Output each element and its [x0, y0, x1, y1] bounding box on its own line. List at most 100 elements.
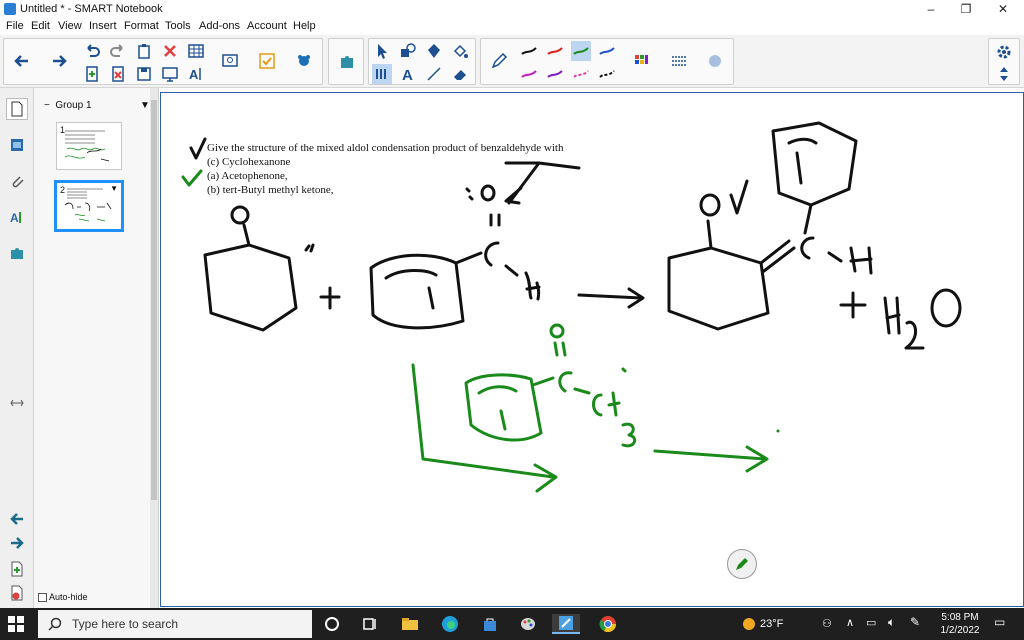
menu-help[interactable]: Help: [293, 20, 316, 32]
add-page-icon[interactable]: [82, 64, 102, 84]
autohide-checkbox[interactable]: [38, 592, 47, 602]
menu-tools[interactable]: Tools: [165, 20, 191, 32]
pen-green-icon[interactable]: [571, 41, 591, 61]
person-icon[interactable]: ⚇: [822, 617, 832, 630]
handwritten-ink-layer[interactable]: [161, 93, 1024, 608]
previous-page-icon[interactable]: [6, 508, 28, 530]
search-placeholder: Type here to search: [72, 617, 179, 631]
line-style-icon[interactable]: [669, 51, 689, 71]
delete-page-icon[interactable]: [108, 64, 128, 84]
forward-arrow-icon[interactable]: [49, 51, 69, 71]
color-palette-icon[interactable]: [631, 51, 651, 71]
tray-overflow-icon[interactable]: ∧: [846, 616, 854, 629]
window-title: Untitled * - SMART Notebook: [20, 3, 163, 15]
toolbar-position-icon[interactable]: [994, 64, 1014, 84]
pen-blue-icon[interactable]: [597, 41, 617, 61]
menu-file[interactable]: File: [6, 20, 24, 32]
pen-pink-dashed-icon[interactable]: [571, 64, 591, 84]
select-pointer-icon[interactable]: [372, 41, 392, 61]
magic-pen-icon[interactable]: [424, 41, 444, 61]
gallery-tab-icon[interactable]: [6, 134, 28, 156]
edge-browser-icon[interactable]: [440, 614, 460, 634]
cortana-icon[interactable]: [322, 614, 342, 634]
pen-magenta-icon[interactable]: [519, 64, 539, 84]
pen-black-dashed-icon[interactable]: [597, 64, 617, 84]
store-icon[interactable]: [480, 614, 500, 634]
plus-sign-1: [319, 286, 341, 310]
pen-tool-button[interactable]: [727, 549, 757, 579]
delete-icon[interactable]: [160, 41, 180, 61]
chevron-down-icon[interactable]: ▼: [140, 100, 150, 111]
menu-view[interactable]: View: [58, 20, 82, 32]
resize-handle-icon[interactable]: [6, 392, 28, 414]
menu-format[interactable]: Format: [124, 20, 159, 32]
pen-icon: [736, 558, 748, 570]
temperature-value: 23°F: [760, 618, 784, 630]
page-thumbnail-2[interactable]: 2 ▼: [54, 180, 124, 232]
text-icon[interactable]: A: [398, 64, 418, 84]
pen-red-icon[interactable]: [545, 41, 565, 61]
notebook-page-canvas[interactable]: Give the structure of the mixed aldol co…: [160, 92, 1024, 607]
back-arrow-icon[interactable]: [12, 51, 32, 71]
screen-shade-icon[interactable]: [160, 64, 180, 84]
addons-tab-icon[interactable]: [6, 242, 28, 264]
sorter-scrollbar[interactable]: [150, 88, 158, 608]
file-explorer-icon[interactable]: [400, 614, 420, 634]
properties-tab-icon[interactable]: A: [6, 206, 28, 228]
task-view-icon[interactable]: [360, 614, 380, 634]
windows-start-icon[interactable]: [8, 616, 24, 632]
pens-icon[interactable]: [372, 64, 392, 84]
paint-icon[interactable]: [518, 614, 538, 634]
autohide-control[interactable]: Auto-hide: [38, 592, 88, 602]
add-page-side-icon[interactable]: [6, 558, 28, 580]
activity-builder-icon[interactable]: [257, 51, 277, 71]
taskbar-search-box[interactable]: Type here to search: [38, 610, 312, 638]
black-check-mark: [189, 137, 207, 160]
line-icon[interactable]: [424, 64, 444, 84]
collapse-icon[interactable]: −: [44, 100, 50, 111]
chrome-icon[interactable]: [598, 614, 618, 634]
menu-account[interactable]: Account: [247, 20, 287, 32]
shapes-icon[interactable]: [398, 41, 418, 61]
acetophenone-structure-green: [464, 323, 637, 448]
page-sorter-tab-icon[interactable]: [6, 98, 28, 120]
eraser-icon[interactable]: [450, 64, 470, 84]
smart-notebook-taskbar-icon[interactable]: [552, 614, 580, 634]
menu-insert[interactable]: Insert: [89, 20, 117, 32]
redo-icon[interactable]: [108, 41, 128, 61]
next-page-icon[interactable]: [6, 532, 28, 554]
minimize-button[interactable]: –: [920, 1, 942, 17]
menu-add-ons[interactable]: Add-ons: [199, 20, 240, 32]
paste-icon[interactable]: [134, 41, 154, 61]
page-group-header[interactable]: − Group 1 ▼: [44, 100, 150, 111]
close-button[interactable]: ✕: [992, 1, 1014, 17]
group-label: Group 1: [55, 100, 92, 111]
sorter-scroll-thumb[interactable]: [151, 100, 157, 500]
pen-type-icon[interactable]: [489, 51, 509, 71]
restore-button[interactable]: ❐: [955, 1, 977, 17]
addons-icon[interactable]: [294, 51, 314, 71]
notifications-icon[interactable]: ▭: [994, 615, 1005, 629]
page-thumbnail-1[interactable]: 1: [56, 122, 122, 170]
speaker-icon[interactable]: 🔈︎: [888, 615, 895, 630]
windows-taskbar: Type here to search 23°F ⚇ ∧ ▭ 🔈︎ ✎ 5:08…: [0, 608, 1024, 640]
table-icon[interactable]: [186, 41, 206, 61]
save-icon[interactable]: [134, 64, 154, 84]
weather-widget[interactable]: 23°F: [742, 617, 783, 631]
fill-icon[interactable]: [450, 41, 470, 61]
delete-page-side-icon[interactable]: [6, 582, 28, 604]
undo-icon[interactable]: [82, 41, 102, 61]
network-icon[interactable]: ▭: [866, 616, 876, 629]
attachments-tab-icon[interactable]: [6, 170, 28, 192]
pen-purple-icon[interactable]: [545, 64, 565, 84]
text-format-icon[interactable]: A: [186, 64, 206, 84]
thumbnail-menu-icon[interactable]: ▼: [110, 184, 118, 193]
menu-edit[interactable]: Edit: [31, 20, 50, 32]
pen-workspace-icon[interactable]: ✎: [910, 615, 920, 629]
document-camera-icon[interactable]: [220, 51, 240, 71]
puzzle-icon[interactable]: [337, 51, 357, 71]
clock[interactable]: 5:08 PM 1/2/2022: [936, 611, 984, 637]
transparency-icon[interactable]: [705, 51, 725, 71]
gear-icon[interactable]: [994, 42, 1014, 62]
pen-black-icon[interactable]: [519, 41, 539, 61]
